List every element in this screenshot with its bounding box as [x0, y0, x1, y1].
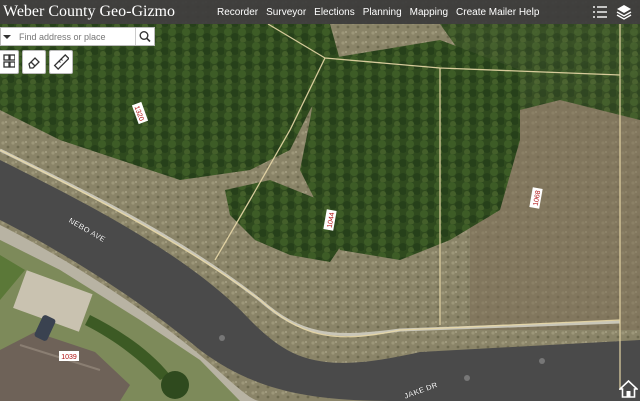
- manhole: [539, 358, 545, 364]
- eraser-button[interactable]: [22, 50, 46, 74]
- tree-yard: [161, 371, 189, 399]
- ruler-icon: [53, 54, 69, 70]
- list-icon[interactable]: [591, 3, 609, 21]
- nav-surveyor[interactable]: Surveyor: [266, 7, 306, 18]
- eraser-icon: [28, 57, 40, 69]
- map-canvas[interactable]: NEBO AVE JAKE DR 1320 1044 1068 1039: [0, 0, 640, 401]
- search-button[interactable]: [135, 28, 154, 45]
- search-input[interactable]: [15, 29, 137, 44]
- manhole: [464, 375, 470, 381]
- manhole: [219, 335, 225, 341]
- main-nav: Recorder Surveyor Elections Planning Map…: [217, 0, 539, 24]
- measure-button[interactable]: [49, 50, 73, 74]
- search-icon: [139, 31, 151, 43]
- basemap-grid-icon: [3, 54, 15, 68]
- caret-down-icon[interactable]: [1, 28, 13, 45]
- layers-icon[interactable]: [615, 3, 633, 21]
- app-title: Weber County Geo-Gizmo: [3, 3, 175, 20]
- parcel-label-text: 1039: [61, 354, 77, 361]
- app-header: Weber County Geo-Gizmo Recorder Surveyor…: [0, 0, 640, 24]
- nav-planning[interactable]: Planning: [363, 7, 402, 18]
- nav-mapping[interactable]: Mapping: [410, 7, 448, 18]
- basemap-gallery-button[interactable]: [0, 50, 19, 74]
- nav-create-mailer-help[interactable]: Create Mailer Help: [456, 7, 539, 18]
- home-icon[interactable]: [619, 379, 638, 399]
- search-box: [0, 27, 155, 46]
- parcel-label[interactable]: 1039: [59, 351, 79, 361]
- nav-elections[interactable]: Elections: [314, 7, 355, 18]
- nav-recorder[interactable]: Recorder: [217, 7, 258, 18]
